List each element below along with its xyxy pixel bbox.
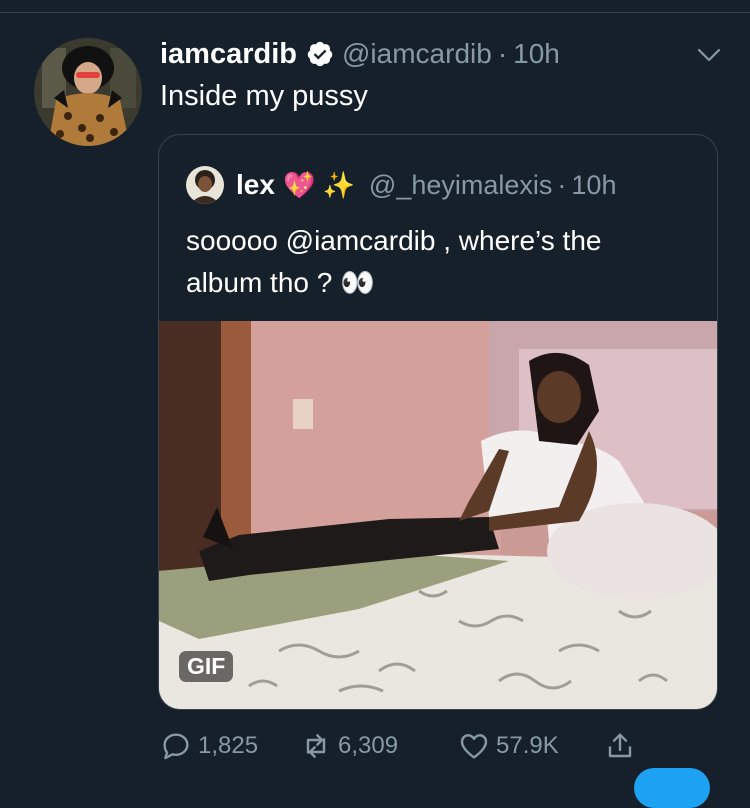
- tweet-header: iamcardib @iamcardib · 10h: [160, 36, 560, 72]
- retweet-icon: [306, 734, 326, 758]
- quoted-text-line-2: album tho ? 👀: [186, 267, 375, 298]
- top-divider: [0, 12, 750, 13]
- gif-badge: GIF: [179, 651, 234, 682]
- like-icon: [460, 734, 488, 759]
- share-button[interactable]: [604, 726, 642, 766]
- reply-button[interactable]: 1,825: [160, 726, 258, 766]
- quoted-timestamp: 10h: [571, 169, 617, 200]
- reply-count: 1,825: [198, 732, 259, 759]
- compose-fab-edge[interactable]: [634, 768, 710, 808]
- quoted-tweet-text: sooooo @iamcardib , where’s the album th…: [186, 220, 686, 304]
- separator-dot: ·: [497, 38, 508, 69]
- timestamp[interactable]: 10h: [513, 38, 560, 70]
- verified-badge-icon: [307, 41, 333, 67]
- reply-icon: [163, 733, 189, 760]
- like-count: 57.9K: [496, 732, 559, 759]
- handle[interactable]: @iamcardib: [342, 38, 492, 70]
- like-button[interactable]: 57.9K: [458, 726, 559, 766]
- gif-media[interactable]: GIF: [159, 321, 717, 709]
- quoted-handle: @_heyimalexis: [368, 169, 553, 200]
- retweet-count: 6,309: [338, 732, 399, 759]
- quoted-tweet-header: lex 💖 ✨ @_heyimalexis · 10h: [186, 165, 616, 205]
- quoted-name-emojis: 💖 ✨: [282, 169, 355, 200]
- share-icon: [608, 733, 632, 758]
- quoted-avatar: [186, 166, 224, 204]
- tweet-text: Inside my pussy: [160, 80, 368, 112]
- quoted-avatar-image: [186, 166, 224, 204]
- avatar[interactable]: [34, 38, 142, 146]
- gif-frame-image: [159, 321, 717, 709]
- chevron-down-icon[interactable]: [694, 40, 724, 70]
- quoted-display-name: lex: [236, 169, 275, 200]
- quoted-tweet-card[interactable]: lex 💖 ✨ @_heyimalexis · 10h sooooo @iamc…: [158, 134, 718, 710]
- avatar-image: [34, 38, 142, 146]
- retweet-button[interactable]: 6,309: [300, 726, 398, 766]
- quoted-separator-dot: ·: [557, 169, 567, 200]
- quoted-text-line-1: sooooo @iamcardib , where’s the: [186, 225, 602, 256]
- tweet-actions: 1,825 6,309 57.9K: [160, 726, 640, 766]
- display-name[interactable]: iamcardib: [160, 38, 297, 71]
